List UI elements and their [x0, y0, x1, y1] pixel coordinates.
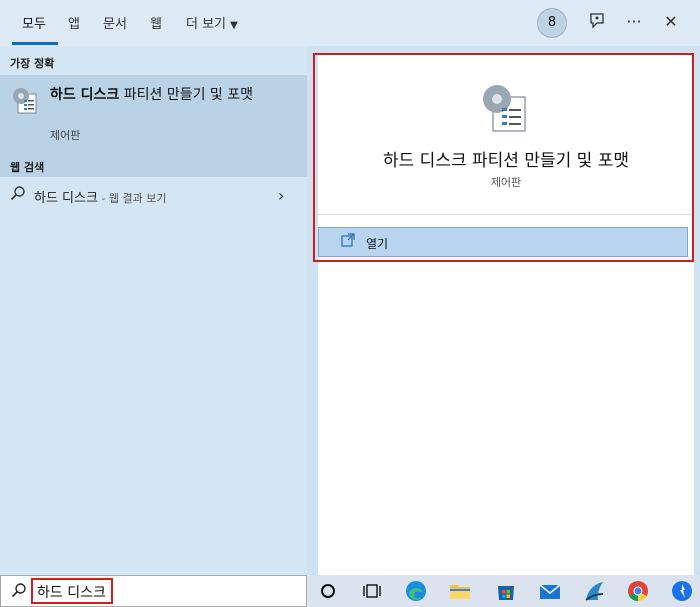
task-view-icon[interactable]: [359, 578, 385, 604]
store-icon[interactable]: [493, 578, 519, 604]
web-search-query: 하드 디스크: [34, 191, 98, 206]
best-match-title-bold: 하드 디스크: [50, 87, 120, 103]
taskbar-search[interactable]: 하드 디스크: [0, 575, 307, 607]
detail-subtitle: 제어판: [490, 176, 522, 189]
best-match-title-rest: 파티션 만들기 및 포맷: [119, 87, 254, 103]
open-button[interactable]: 열기: [318, 227, 688, 257]
chrome-icon[interactable]: [625, 578, 651, 604]
mail-icon[interactable]: [537, 578, 563, 604]
tab-apps[interactable]: 앱: [68, 13, 80, 32]
web-search-text: 하드 디스크 - 웹 결과 보기: [34, 187, 167, 206]
divider: [318, 214, 694, 215]
search-icon: [10, 185, 28, 203]
close-icon[interactable]: ✕: [661, 12, 681, 32]
web-search-heading: 웹 검색: [10, 161, 45, 174]
web-search-suffix: - 웹 결과 보기: [97, 192, 167, 205]
best-match-item[interactable]: 하드 디스크 파티션 만들기 및 포맷 제어판: [0, 75, 307, 177]
tab-web[interactable]: 웹: [150, 13, 162, 32]
tab-more[interactable]: 더 보기 ▼: [186, 13, 238, 32]
app-blue-icon[interactable]: [669, 578, 695, 604]
detail-title: 하드 디스크 파티션 만들기 및 포맷: [383, 151, 629, 171]
rewards-badge[interactable]: 8: [537, 8, 567, 38]
app-icon[interactable]: [581, 578, 607, 604]
control-panel-icon: [10, 85, 40, 115]
search-input[interactable]: 하드 디스크: [31, 578, 113, 604]
more-icon[interactable]: ···: [624, 12, 644, 32]
taskbar: [307, 575, 700, 607]
control-panel-large-icon: [478, 80, 532, 134]
detail-pane: 하드 디스크 파티션 만들기 및 포맷 제어판 열기: [318, 54, 694, 575]
open-icon: [341, 233, 355, 251]
tab-documents[interactable]: 문서: [103, 13, 127, 32]
tab-more-label: 더 보기: [186, 17, 227, 32]
file-explorer-icon[interactable]: [447, 578, 473, 604]
web-search-item[interactable]: 하드 디스크 - 웹 결과 보기 ›: [0, 178, 307, 212]
edge-icon[interactable]: [403, 578, 429, 604]
tab-all[interactable]: 모두: [22, 13, 46, 32]
best-match-subtitle: 제어판: [50, 129, 81, 142]
results-panel: 가장 정확 하드 디스크 파티션 만들기 및 포맷 제어판 웹 검색 하드 디스…: [0, 46, 307, 575]
chevron-right-icon[interactable]: ›: [278, 186, 284, 205]
chevron-down-icon: ▼: [230, 20, 238, 31]
cortana-icon[interactable]: [315, 578, 341, 604]
best-match-title: 하드 디스크 파티션 만들기 및 포맷: [50, 85, 290, 105]
top-bar: 모두 앱 문서 웹 더 보기 ▼ 8 ··· ✕: [0, 0, 700, 46]
search-icon: [11, 582, 27, 602]
best-match-heading: 가장 정확: [10, 57, 55, 70]
open-label: 열기: [366, 237, 389, 251]
feedback-icon[interactable]: [587, 12, 607, 32]
active-tab-indicator: [12, 42, 58, 45]
